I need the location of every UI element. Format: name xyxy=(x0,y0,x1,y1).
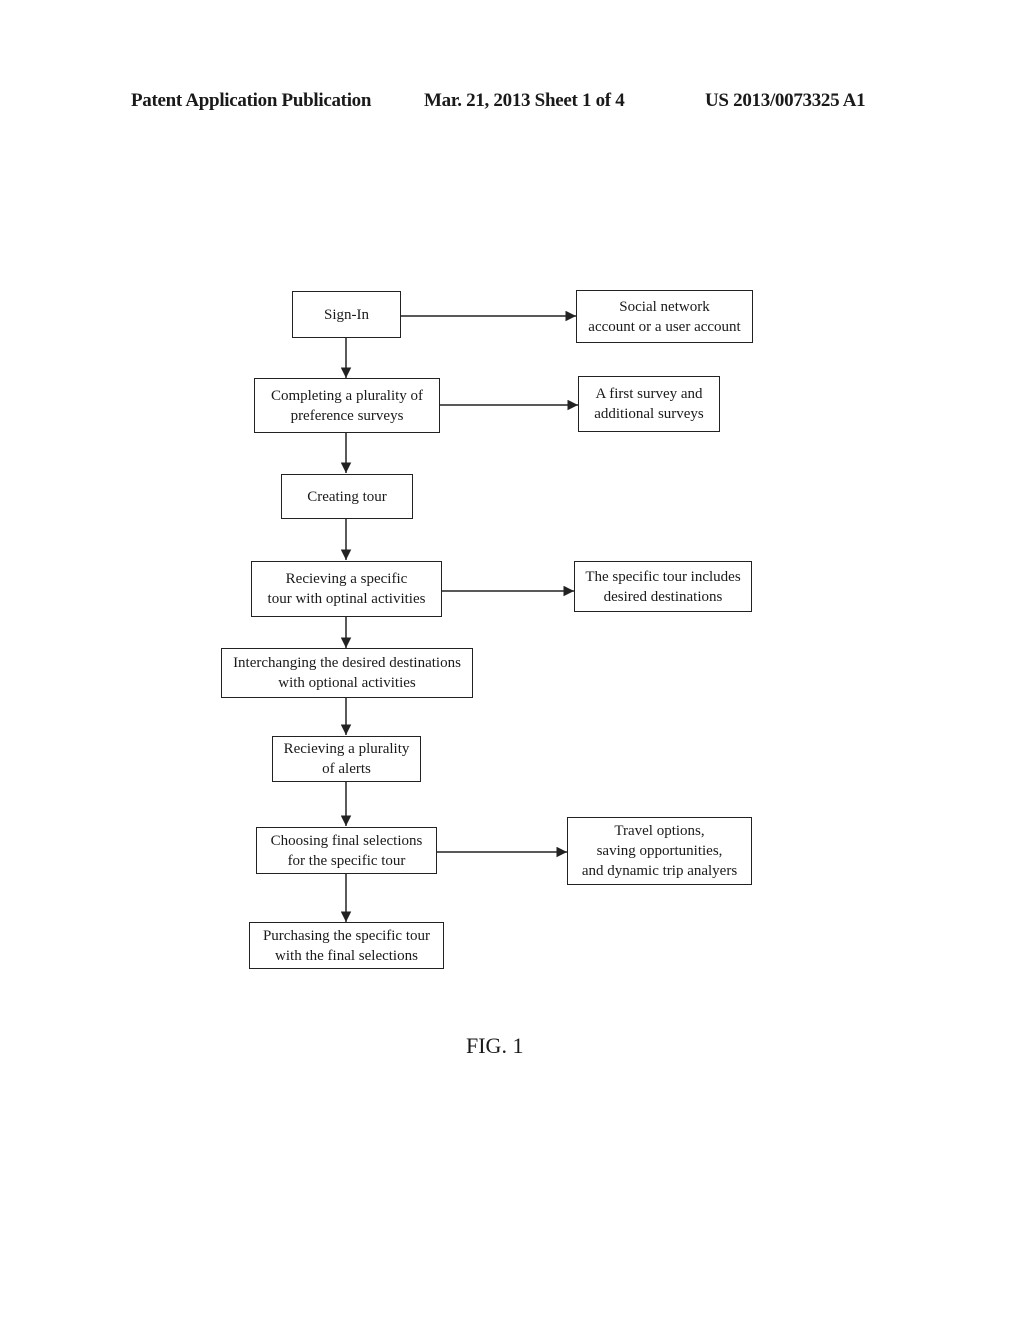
figure-label: FIG. 1 xyxy=(466,1033,524,1058)
step-sign-in: Sign-In xyxy=(292,291,401,338)
step-choosing-selections: Choosing final selections for the specif… xyxy=(256,827,437,874)
note-travel-options: Travel options, saving opportunities, an… xyxy=(567,817,752,885)
step-interchanging-destinations: Interchanging the desired destinations w… xyxy=(221,648,473,698)
step-receiving-alerts: Recieving a plurality of alerts xyxy=(272,736,421,782)
note-destinations: The specific tour includes desired desti… xyxy=(574,561,752,612)
flow-arrows xyxy=(340,310,578,922)
note-account-type: Social network account or a user account xyxy=(576,290,753,343)
step-receiving-tour: Recieving a specific tour with optinal a… xyxy=(251,561,442,617)
step-creating-tour: Creating tour xyxy=(281,474,413,519)
step-purchasing-tour: Purchasing the specific tour with the fi… xyxy=(249,922,444,969)
note-surveys: A first survey and additional surveys xyxy=(578,376,720,432)
step-completing-surveys: Completing a plurality of preference sur… xyxy=(254,378,440,433)
